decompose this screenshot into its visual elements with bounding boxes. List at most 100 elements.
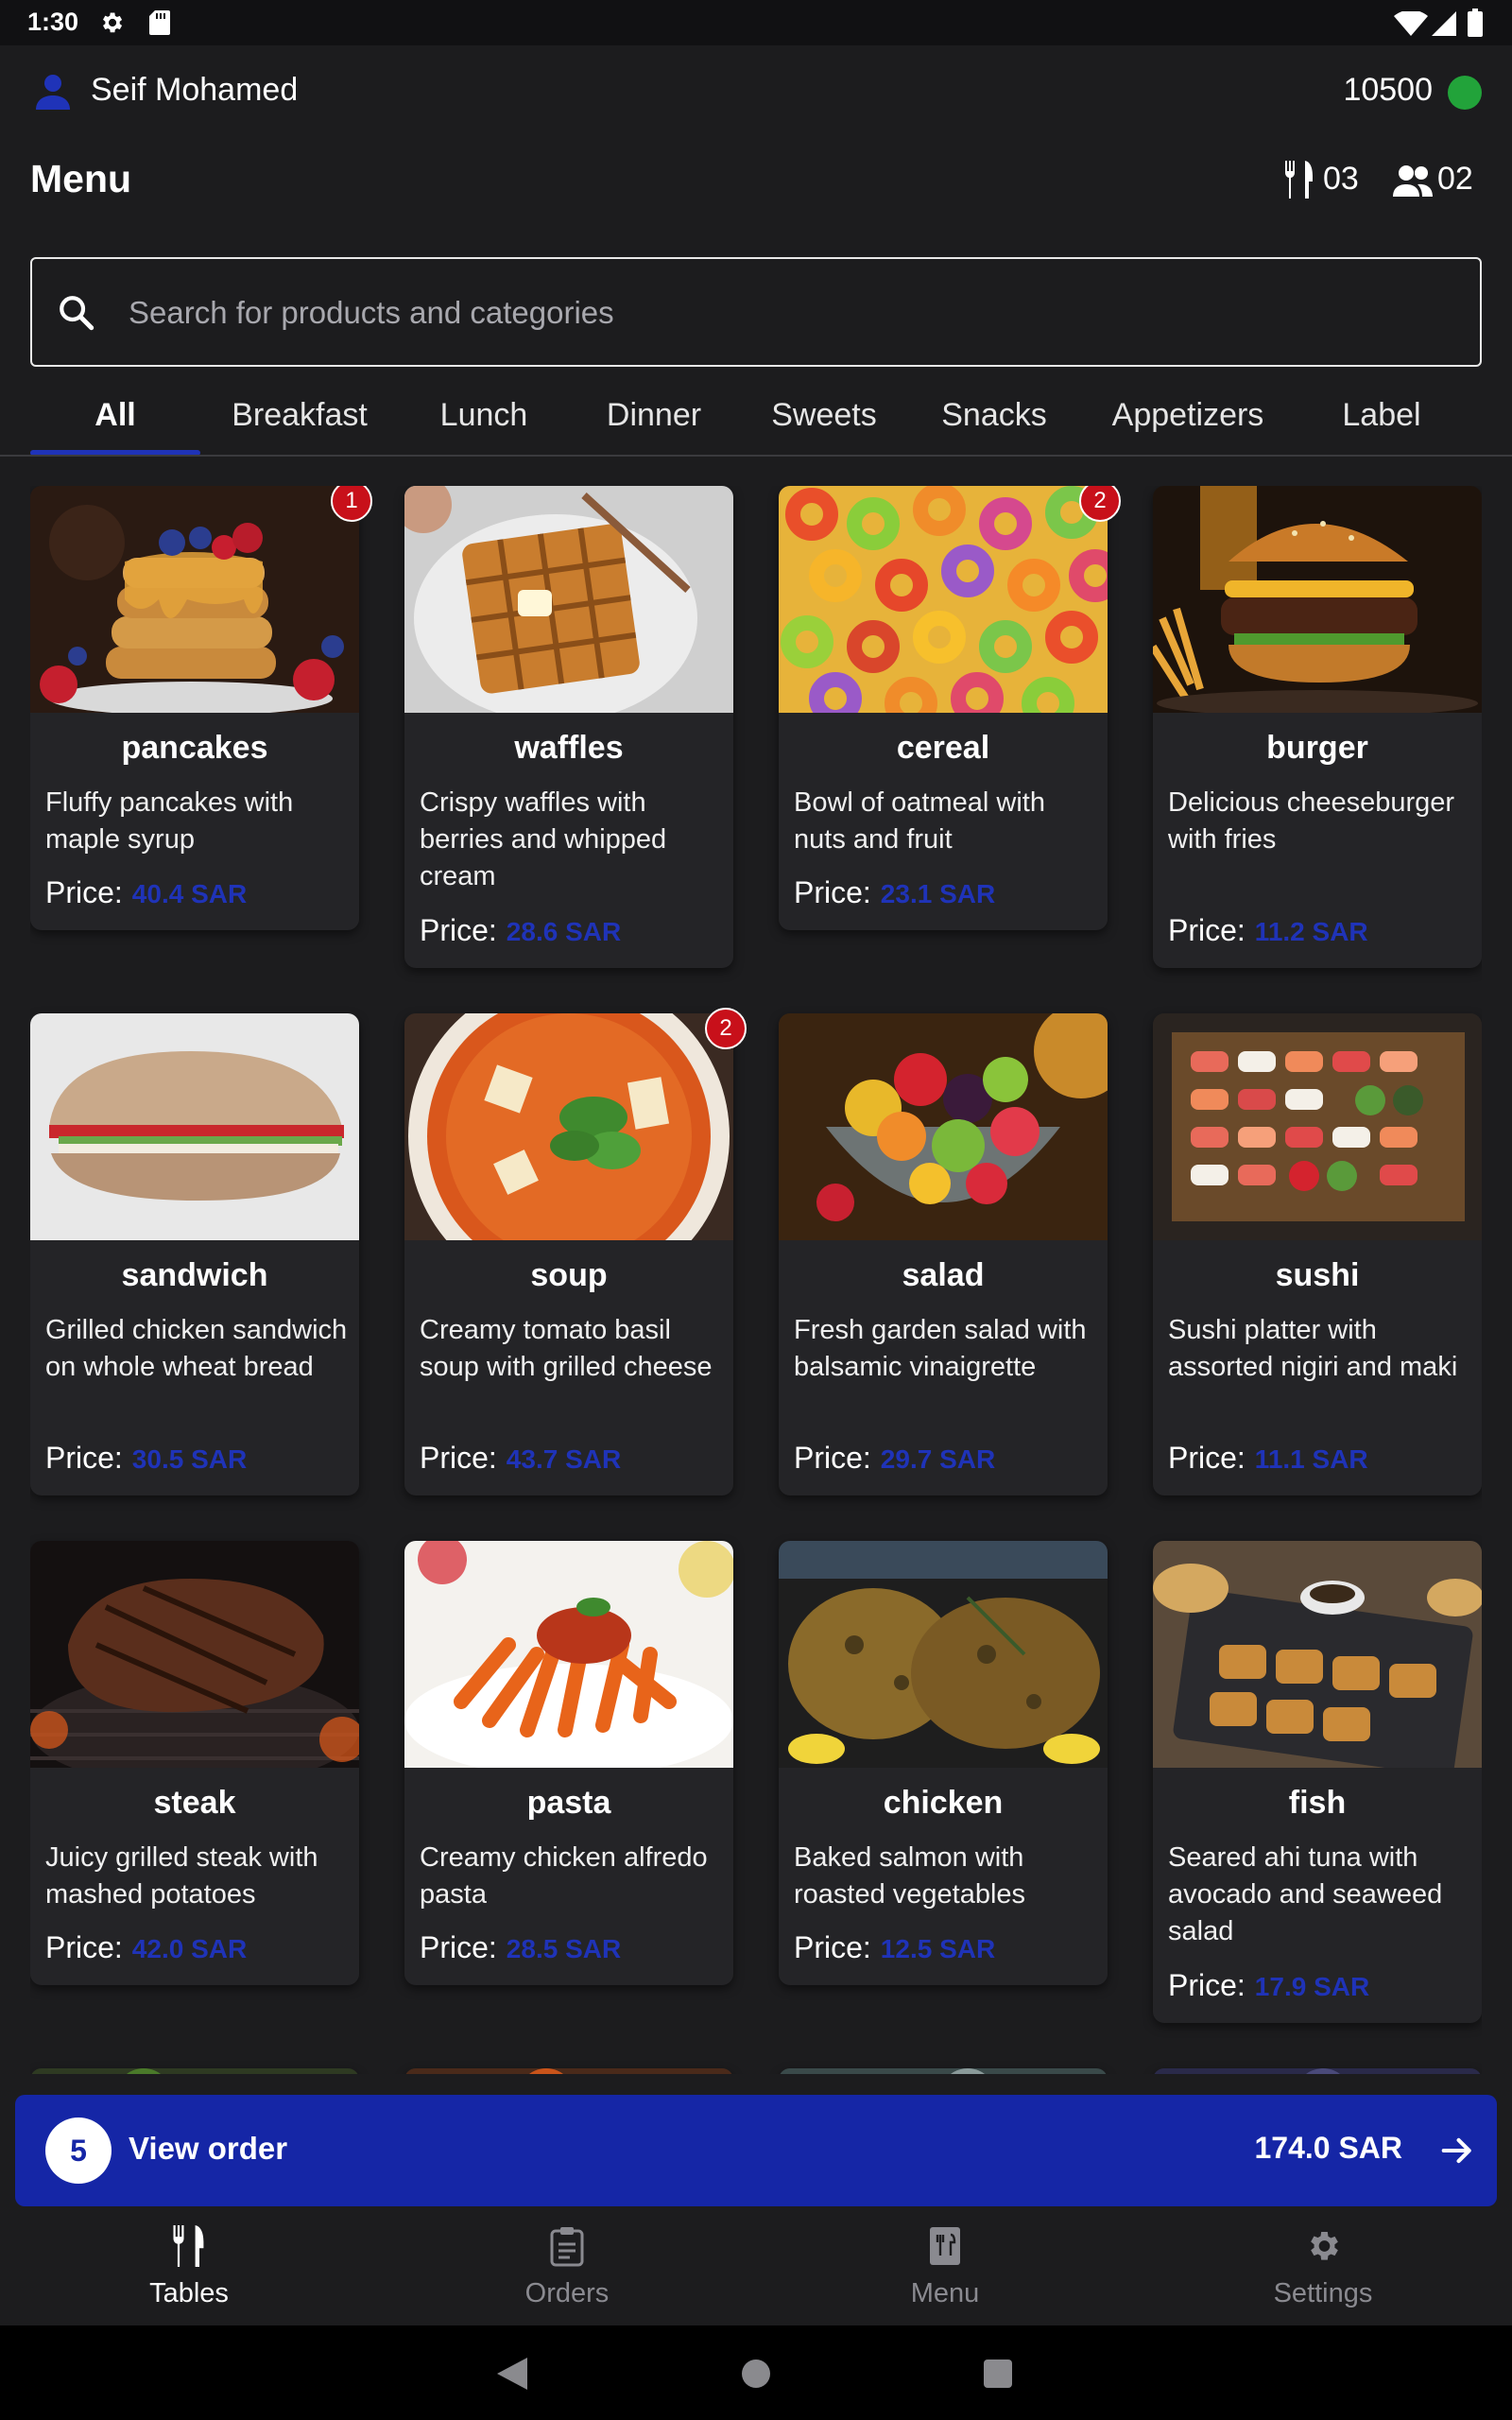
product-image xyxy=(30,1541,359,1768)
page-title: Menu xyxy=(30,157,132,200)
product-description: Creamy tomato basil soup with grilled ch… xyxy=(420,1315,713,1382)
tab-dinner[interactable]: Dinner xyxy=(569,374,739,456)
price-value: 12.5 SAR xyxy=(880,1934,996,1963)
view-order-button[interactable]: 5 View order 174.0 SAR xyxy=(15,2095,1497,2206)
search-box[interactable] xyxy=(30,257,1482,367)
product-card-cereal[interactable]: cereal Bowl of oatmeal with nuts and fru… xyxy=(779,486,1108,930)
product-card-pasta[interactable]: pasta Creamy chicken alfredo pasta Price… xyxy=(404,1541,733,1985)
product-description: Grilled chicken sandwich on whole wheat … xyxy=(45,1315,348,1382)
nav-tables[interactable]: Tables xyxy=(0,2208,378,2325)
product-name: waffles xyxy=(514,730,624,766)
price-value: 17.9 SAR xyxy=(1254,1972,1370,2001)
nav-orders[interactable]: Orders xyxy=(378,2208,756,2325)
product-description: Delicious cheeseburger with fries xyxy=(1168,787,1455,855)
price-value: 43.7 SAR xyxy=(506,1444,622,1474)
menu-screen: 1:30 Seif Mohamed 10500 Menu 03 02 All B… xyxy=(0,0,1512,2420)
price-value: 40.4 SAR xyxy=(131,879,248,908)
guests-icon xyxy=(1393,165,1433,197)
product-price: Price: 42.0 SAR xyxy=(45,1930,248,1964)
product-name: soup xyxy=(530,1257,608,1293)
product-card-sushi[interactable]: sushi Sushi platter with assorted nigiri… xyxy=(1153,1013,1482,1495)
product-description: Crispy waffles with berries and whipped … xyxy=(420,787,667,891)
product-name: pasta xyxy=(526,1785,611,1821)
system-navigation-bar xyxy=(0,2325,1512,2420)
product-price: Price: 40.4 SAR xyxy=(45,875,248,909)
product-card-sandwich[interactable]: sandwich Grilled chicken sandwich on who… xyxy=(30,1013,359,1495)
nav-settings[interactable]: Settings xyxy=(1134,2208,1512,2325)
category-tabs: All Breakfast Lunch Dinner Sweets Snacks… xyxy=(0,374,1512,456)
product-name: steak xyxy=(153,1785,236,1821)
product-card-fish[interactable]: fish Seared ahi tuna with avocado and se… xyxy=(1153,1541,1482,2023)
product-card-partial[interactable] xyxy=(1153,2068,1482,2074)
product-description: Fresh garden salad with balsamic vinaigr… xyxy=(794,1315,1087,1382)
product-card-waffles[interactable]: waffles Crispy waffles with berries and … xyxy=(404,486,733,968)
search-icon xyxy=(60,296,94,331)
product-name: burger xyxy=(1266,730,1368,766)
product-image xyxy=(1153,1541,1482,1768)
fork-knife-icon xyxy=(173,2225,204,2267)
product-price: Price: 12.5 SAR xyxy=(794,1930,996,1964)
sd-card-icon xyxy=(149,10,170,35)
guests-count: 02 xyxy=(1437,161,1473,197)
search-input[interactable] xyxy=(129,285,1452,340)
balance-value: 10500 xyxy=(1343,72,1433,108)
product-description: Seared ahi tuna with avocado and seaweed… xyxy=(1168,1842,1443,1946)
product-price: Price: 28.5 SAR xyxy=(420,1930,622,1964)
tab-snacks[interactable]: Snacks xyxy=(909,374,1079,456)
back-icon[interactable] xyxy=(497,2358,527,2390)
product-card-burger[interactable]: burger Delicious cheeseburger with fries… xyxy=(1153,486,1482,968)
product-description: Bowl of oatmeal with nuts and fruit xyxy=(794,787,1045,855)
product-price: Price: 30.5 SAR xyxy=(45,1441,248,1475)
quantity-badge: 1 xyxy=(331,486,372,522)
order-item-count: 5 xyxy=(45,2118,112,2184)
product-image xyxy=(1153,486,1482,713)
product-image xyxy=(30,1013,359,1240)
fork-knife-icon xyxy=(1284,161,1313,199)
product-card-pancakes[interactable]: pancakes Fluffy pancakes with maple syru… xyxy=(30,486,359,930)
product-image xyxy=(404,1013,733,1240)
price-value: 11.1 SAR xyxy=(1254,1444,1368,1474)
product-price: Price: 43.7 SAR xyxy=(420,1441,622,1475)
product-description: Sushi platter with assorted nigiri and m… xyxy=(1168,1315,1458,1382)
arrow-right-icon xyxy=(1441,2137,1471,2164)
product-image xyxy=(404,2068,733,2074)
product-image xyxy=(30,2068,359,2074)
tab-all[interactable]: All xyxy=(30,374,200,456)
nav-menu[interactable]: Menu xyxy=(756,2208,1134,2325)
product-description: Fluffy pancakes with maple syrup xyxy=(45,787,294,855)
product-name: sushi xyxy=(1275,1257,1360,1293)
home-icon[interactable] xyxy=(742,2360,770,2388)
product-name: pancakes xyxy=(121,730,268,766)
product-card-soup[interactable]: soup Creamy tomato basil soup with grill… xyxy=(404,1013,733,1495)
tab-lunch[interactable]: Lunch xyxy=(399,374,569,456)
tab-sweets[interactable]: Sweets xyxy=(739,374,909,456)
online-status-dot xyxy=(1448,76,1482,110)
product-grid: pancakes Fluffy pancakes with maple syru… xyxy=(30,486,1482,2074)
tab-breakfast[interactable]: Breakfast xyxy=(210,374,389,456)
gear-icon xyxy=(1311,2232,1338,2260)
quantity-badge: 2 xyxy=(1079,486,1121,522)
signal-icon xyxy=(1432,11,1456,36)
product-name: salad xyxy=(902,1257,985,1293)
product-price: Price: 11.1 SAR xyxy=(1168,1441,1368,1475)
product-name: fish xyxy=(1288,1785,1347,1821)
product-card-chicken[interactable]: chicken Baked salmon with roasted vegeta… xyxy=(779,1541,1108,1985)
product-price: Price: 29.7 SAR xyxy=(794,1441,996,1475)
product-card-salad[interactable]: salad Fresh garden salad with balsamic v… xyxy=(779,1013,1108,1495)
nav-label: Tables xyxy=(149,2278,229,2308)
price-value: 11.2 SAR xyxy=(1254,917,1368,946)
tab-label[interactable]: Label xyxy=(1297,374,1467,456)
product-card-partial[interactable] xyxy=(404,2068,733,2074)
tables-count: 03 xyxy=(1323,161,1359,197)
product-description: Creamy chicken alfredo pasta xyxy=(420,1842,708,1910)
tab-appetizers[interactable]: Appetizers xyxy=(1079,374,1297,456)
price-value: 29.7 SAR xyxy=(880,1444,996,1474)
nav-label: Menu xyxy=(910,2278,980,2308)
product-price: Price: 28.6 SAR xyxy=(420,913,622,947)
product-card-steak[interactable]: steak Juicy grilled steak with mashed po… xyxy=(30,1541,359,1985)
product-card-partial[interactable] xyxy=(30,2068,359,2074)
product-name: chicken xyxy=(883,1785,1004,1821)
product-card-partial[interactable] xyxy=(779,2068,1108,2074)
recent-apps-icon[interactable] xyxy=(984,2360,1012,2388)
product-price: Price: 17.9 SAR xyxy=(1168,1968,1370,2002)
